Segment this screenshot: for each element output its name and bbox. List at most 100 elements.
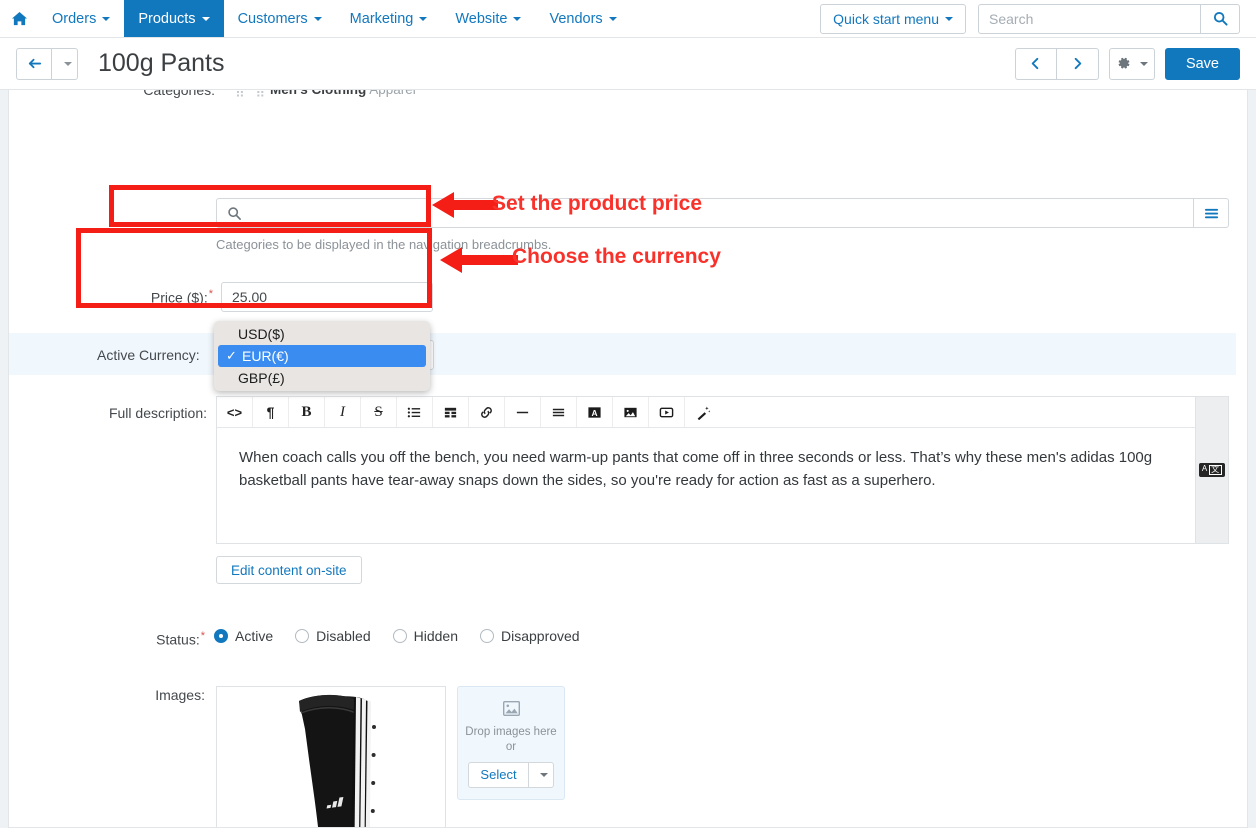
back-dropdown-button[interactable] — [52, 47, 78, 80]
settings-dropdown-button[interactable] — [1108, 47, 1155, 80]
strikethrough-icon[interactable]: S — [361, 397, 397, 427]
category-search-input[interactable] — [216, 198, 1193, 228]
title-bar-actions: Save — [1014, 47, 1240, 80]
table-icon[interactable] — [433, 397, 469, 427]
nav-item-label: Website — [455, 10, 508, 27]
nav-item-marketing[interactable]: Marketing — [336, 0, 442, 37]
status-option-disapproved[interactable]: Disapproved — [479, 628, 580, 644]
chevron-down-icon — [63, 61, 72, 66]
full-description-editor: <> ¶ B I S A When coach calls you off th… — [216, 396, 1229, 544]
chevron-down-icon — [539, 772, 548, 777]
bold-icon[interactable]: B — [289, 397, 325, 427]
nav-item-orders[interactable]: Orders — [38, 0, 124, 37]
select-image-button[interactable]: Select — [468, 761, 528, 788]
magic-wand-icon[interactable] — [685, 397, 721, 427]
editor-toolbar: <> ¶ B I S A — [217, 397, 1228, 428]
edit-content-onsite-button[interactable]: Edit content on-site — [216, 556, 362, 584]
select-image-label: Select — [480, 767, 517, 783]
nav-item-vendors[interactable]: Vendors — [535, 0, 630, 37]
chevron-down-icon — [419, 16, 428, 21]
italic-icon[interactable]: I — [325, 397, 361, 427]
active-currency-label: Active Currency: — [97, 347, 200, 363]
categories-label: Categories: — [143, 90, 215, 98]
category-primary: Men's Clothing — [270, 90, 366, 97]
category-secondary: Apparel — [369, 90, 416, 97]
radio-indicator — [295, 629, 310, 643]
paragraph-icon[interactable]: ¶ — [253, 397, 289, 427]
global-search-button[interactable] — [1200, 3, 1240, 34]
status-option-label: Disabled — [316, 628, 371, 644]
bullet-list-icon[interactable] — [397, 397, 433, 427]
global-search-input[interactable] — [978, 3, 1200, 34]
insert-video-icon[interactable] — [649, 397, 685, 427]
home-icon[interactable] — [0, 0, 38, 37]
currency-option-usd[interactable]: USD($) — [214, 323, 430, 345]
horizontal-rule-icon[interactable] — [505, 397, 541, 427]
nav-item-website[interactable]: Website — [441, 0, 535, 37]
spellcheck-icon[interactable]: A文 — [1198, 463, 1226, 477]
nav-item-customers[interactable]: Customers — [224, 0, 336, 37]
currency-option-label: GBP(£) — [238, 370, 285, 386]
gear-icon — [1118, 57, 1130, 69]
chevron-down-icon — [513, 16, 522, 21]
annotation-label-currency: Choose the currency — [512, 245, 721, 268]
dropzone-line2: or — [505, 740, 517, 753]
price-row: Price ($):* — [129, 282, 433, 312]
image-placeholder-icon — [502, 700, 520, 719]
currency-option-gbp[interactable]: GBP(£) — [214, 367, 430, 389]
status-label: Status:* — [156, 630, 205, 648]
quick-start-menu-button[interactable]: Quick start menu — [820, 3, 966, 34]
currency-option-label: USD($) — [238, 326, 285, 342]
back-button-group — [16, 47, 78, 80]
nav-item-products[interactable]: Products — [124, 0, 224, 37]
full-description-text[interactable]: When coach calls you off the bench, you … — [217, 428, 1228, 511]
dropzone-line1: Drop images here — [465, 726, 557, 738]
source-code-icon[interactable]: <> — [217, 397, 253, 427]
status-option-disabled[interactable]: Disabled — [295, 628, 371, 644]
image-dropzone[interactable]: Drop images here or Select — [457, 686, 565, 800]
spellcheck-panel: A文 — [1195, 396, 1229, 544]
list-menu-icon — [1204, 208, 1218, 218]
dropzone-select-group: Select — [468, 761, 554, 788]
category-breadcrumb: ⣿ ⣿ Men's Clothing Apparel — [235, 90, 416, 98]
text-box-icon[interactable]: A — [577, 397, 613, 427]
previous-product-button[interactable] — [1014, 47, 1057, 80]
insert-image-icon[interactable] — [613, 397, 649, 427]
annotation-arrow-price — [432, 192, 498, 218]
nav-item-label: Orders — [52, 10, 97, 27]
status-option-active[interactable]: Active — [214, 628, 273, 644]
chevron-down-icon — [313, 16, 322, 21]
currency-option-label: EUR(€) — [242, 348, 289, 364]
top-nav-right-group: Quick start menu — [820, 0, 1256, 37]
product-image-thumbnail[interactable] — [216, 686, 446, 827]
status-option-hidden[interactable]: Hidden — [392, 628, 458, 644]
page-title-bar: 100g Pants Save — [0, 38, 1256, 90]
quick-start-menu-label: Quick start menu — [833, 10, 939, 27]
radio-indicator — [479, 629, 494, 643]
price-input[interactable] — [221, 282, 433, 312]
next-product-button[interactable] — [1056, 47, 1099, 80]
chevron-down-icon — [201, 16, 210, 21]
align-icon[interactable] — [541, 397, 577, 427]
categories-row-clipped: Categories: ⣿ ⣿ Men's Clothing Apparel — [105, 90, 805, 104]
global-search-group — [978, 3, 1240, 34]
status-option-label: Disapproved — [500, 628, 580, 644]
price-label: Price ($):* — [150, 288, 213, 306]
drag-handle-icon[interactable]: ⣿ ⣿ — [235, 90, 266, 97]
page-title: 100g Pants — [98, 49, 225, 77]
category-menu-button[interactable] — [1193, 198, 1229, 228]
currency-option-eur[interactable]: ✓ EUR(€) — [218, 345, 426, 367]
link-icon[interactable] — [469, 397, 505, 427]
edit-content-onsite-label: Edit content on-site — [231, 562, 347, 578]
nav-item-label: Vendors — [549, 10, 603, 27]
radio-indicator — [214, 629, 228, 643]
currency-dropdown-list: USD($) ✓ EUR(€) GBP(£) — [214, 321, 430, 391]
chevron-down-icon — [608, 16, 617, 21]
images-label: Images: — [155, 687, 205, 703]
top-navigation-bar: Orders Products Customers Marketing Webs… — [0, 0, 1256, 38]
save-button-label: Save — [1185, 55, 1219, 72]
back-button[interactable] — [16, 47, 52, 80]
save-button[interactable]: Save — [1164, 47, 1240, 80]
select-image-dropdown-button[interactable] — [527, 761, 554, 788]
check-icon: ✓ — [226, 348, 237, 363]
